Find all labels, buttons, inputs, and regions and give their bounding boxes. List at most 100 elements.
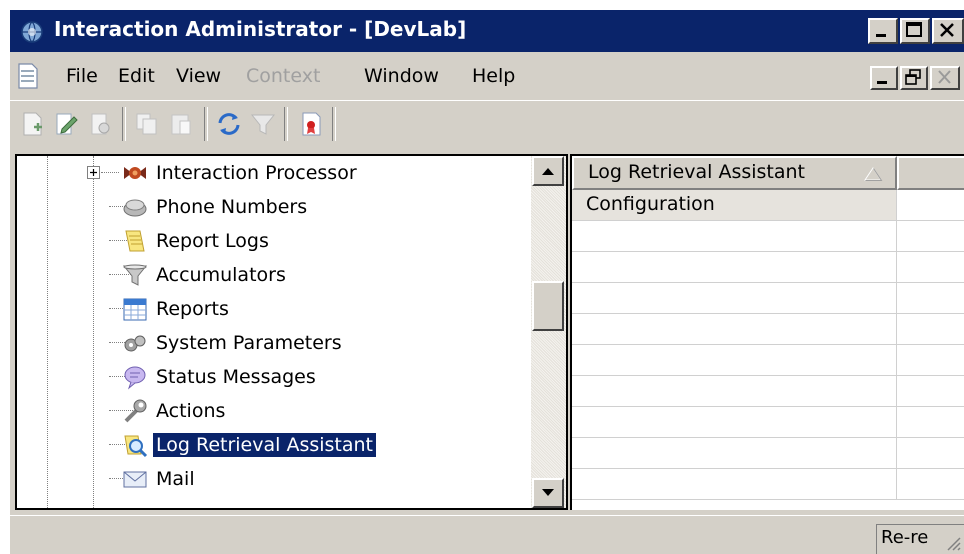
list-row-empty [572, 469, 964, 500]
new-icon[interactable] [18, 109, 48, 139]
tree-item-label: Interaction Processor [156, 162, 357, 184]
tree-item-actions[interactable]: Actions [17, 396, 517, 426]
menu-window[interactable]: Window [364, 65, 439, 87]
tree-item-interaction-processor[interactable]: Interaction Processor [17, 158, 517, 188]
toolbar-separator [122, 107, 126, 141]
app-globe-icon [21, 21, 43, 43]
expand-plus-icon[interactable] [87, 166, 100, 179]
close-button[interactable] [932, 18, 964, 44]
column-header-empty[interactable] [897, 156, 964, 190]
filter-icon[interactable] [248, 109, 278, 139]
list-row-empty [572, 252, 964, 283]
tree-item-status-messages[interactable]: Status Messages [17, 362, 517, 392]
copy-icon[interactable] [132, 109, 162, 139]
toolbar-separator [284, 107, 288, 141]
tree-item-accumulators[interactable]: Accumulators [17, 260, 517, 290]
minimize-icon [876, 34, 886, 37]
tree-item-report-logs[interactable]: Report Logs [17, 226, 517, 256]
tree-vertical-scrollbar[interactable] [531, 156, 566, 508]
tree-item-label: System Parameters [156, 332, 342, 354]
interaction-processor-icon [124, 167, 146, 179]
menu-help[interactable]: Help [472, 65, 515, 87]
bookmark-icon[interactable] [296, 109, 326, 139]
maximize-button[interactable] [900, 18, 930, 44]
edit-icon[interactable] [52, 109, 82, 139]
tree-item-label: Report Logs [156, 230, 269, 252]
list-cell [572, 438, 897, 468]
maximize-icon [906, 22, 922, 37]
toolbar-separator [204, 107, 208, 141]
refresh-icon[interactable] [214, 109, 244, 139]
application-window: Interaction Administrator - [DevLab] Fil… [10, 10, 964, 554]
list-row-empty [572, 438, 964, 469]
list-row-empty [572, 283, 964, 314]
tree-item-phone-numbers[interactable]: Phone Numbers [17, 192, 517, 222]
tree-item-reports[interactable]: Reports [17, 294, 517, 324]
list-cell [572, 252, 897, 282]
document-icon[interactable] [18, 63, 38, 89]
properties-icon[interactable] [86, 109, 116, 139]
list-row-empty [572, 376, 964, 407]
tree-connector [101, 172, 119, 173]
mdi-restore-button[interactable] [900, 66, 928, 90]
tree-item-system-parameters[interactable]: System Parameters [17, 328, 517, 358]
detail-list-view[interactable]: Log Retrieval Assistant Configuration [570, 154, 964, 510]
status-bar: Re-re [10, 515, 964, 554]
status-text: Re-re [881, 527, 929, 548]
list-cell [572, 376, 897, 406]
column-header-label: Log Retrieval Assistant [588, 161, 806, 183]
list-cell [572, 345, 897, 375]
minimize-button[interactable] [868, 18, 898, 44]
close-icon [938, 70, 951, 84]
close-icon [940, 23, 954, 37]
list-cell [572, 314, 897, 344]
tree-item-label: Status Messages [156, 366, 316, 388]
calendar-icon [123, 298, 147, 321]
toolbar [10, 100, 964, 149]
menu-context: Context [246, 65, 321, 87]
menu-bar: File Edit View Context Window Help [10, 54, 964, 98]
list-row-empty [572, 407, 964, 438]
list-cell [572, 469, 897, 499]
tree-item-label: Log Retrieval Assistant [151, 432, 378, 458]
tree-item-label: Reports [156, 298, 229, 320]
restore-icon [905, 69, 921, 85]
menu-file[interactable]: File [66, 65, 98, 87]
window-title: Interaction Administrator - [DevLab] [54, 17, 467, 41]
mdi-minimize-button[interactable] [870, 66, 898, 90]
title-bar[interactable]: Interaction Administrator - [DevLab] [10, 10, 964, 52]
scroll-up-button[interactable] [532, 156, 564, 186]
list-cell [572, 283, 897, 313]
list-cell: Configuration [572, 190, 897, 220]
tree-item-label: Accumulators [156, 264, 286, 286]
envelope-icon [123, 471, 147, 488]
tree-item-log-retrieval-assistant[interactable]: Log Retrieval Assistant [17, 430, 517, 460]
tree-item-label: Mail [156, 468, 195, 490]
speech-bubble-icon [124, 366, 146, 390]
scroll-down-button[interactable] [532, 478, 564, 508]
tree-item-label: Actions [156, 400, 226, 422]
menu-view[interactable]: View [176, 65, 221, 87]
menu-edit[interactable]: Edit [118, 65, 155, 87]
resize-grip-icon[interactable] [944, 534, 962, 552]
scroll-thumb[interactable] [532, 281, 564, 331]
list-row-empty [572, 314, 964, 345]
toolbar-separator [332, 107, 336, 141]
tree-item-mail[interactable]: Mail [17, 464, 517, 494]
minimize-icon [877, 81, 887, 84]
paste-icon[interactable] [166, 109, 196, 139]
phone-icon [123, 199, 147, 217]
tree-view[interactable]: Interaction Processor Phone Numbers Repo… [15, 154, 568, 510]
column-header-log-retrieval-assistant[interactable]: Log Retrieval Assistant [572, 156, 897, 190]
sort-ascending-icon [864, 167, 883, 181]
list-cell [572, 221, 897, 251]
arrow-up-icon [542, 168, 554, 175]
list-cell [572, 407, 897, 437]
report-logs-icon [125, 230, 145, 252]
wrench-icon [124, 399, 147, 423]
funnel-icon [122, 264, 148, 286]
list-row[interactable]: Configuration [572, 190, 964, 221]
list-cell-text: Configuration [586, 193, 715, 215]
arrow-down-icon [542, 489, 554, 496]
gears-icon [124, 335, 146, 352]
